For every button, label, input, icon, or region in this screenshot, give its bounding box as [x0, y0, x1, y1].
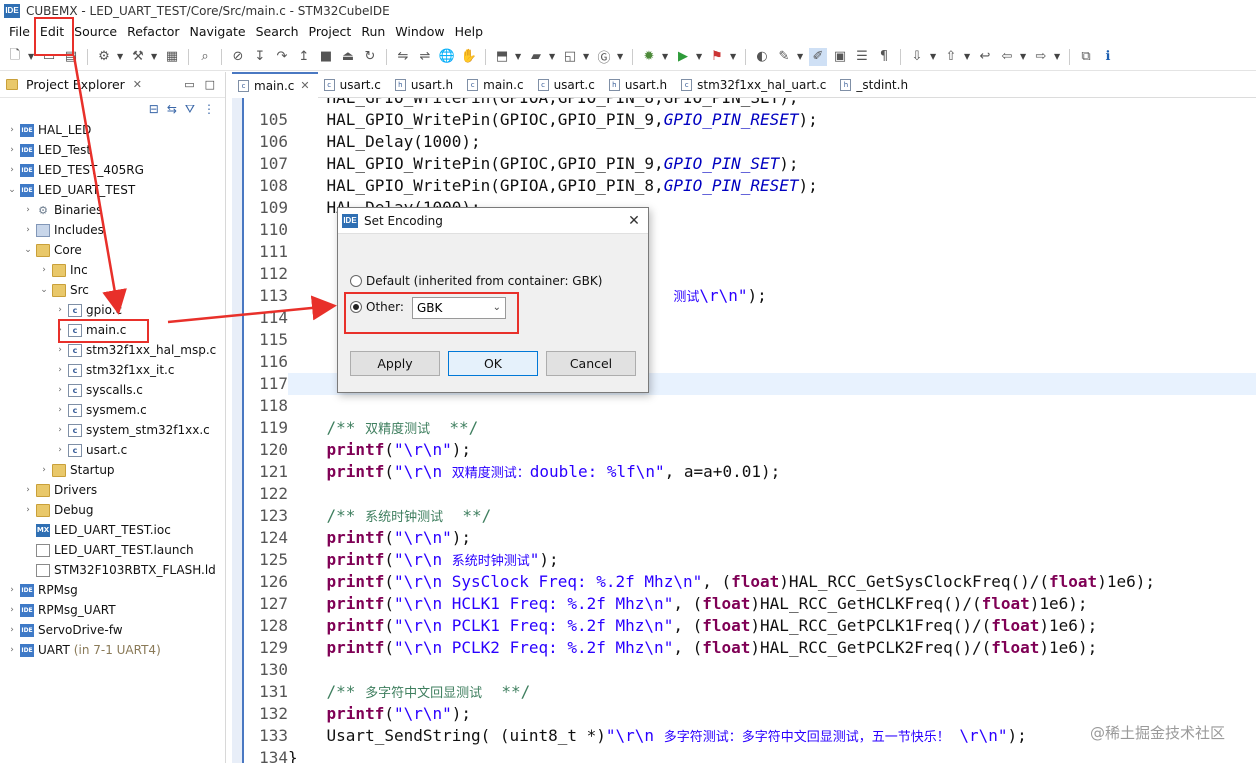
arrow-file-to-dialog [167, 295, 337, 324]
watermark-text: @稀土掘金技术社区 [1090, 724, 1226, 742]
arrow-edit-to-file [72, 55, 127, 315]
annotation-arrows [72, 55, 337, 324]
